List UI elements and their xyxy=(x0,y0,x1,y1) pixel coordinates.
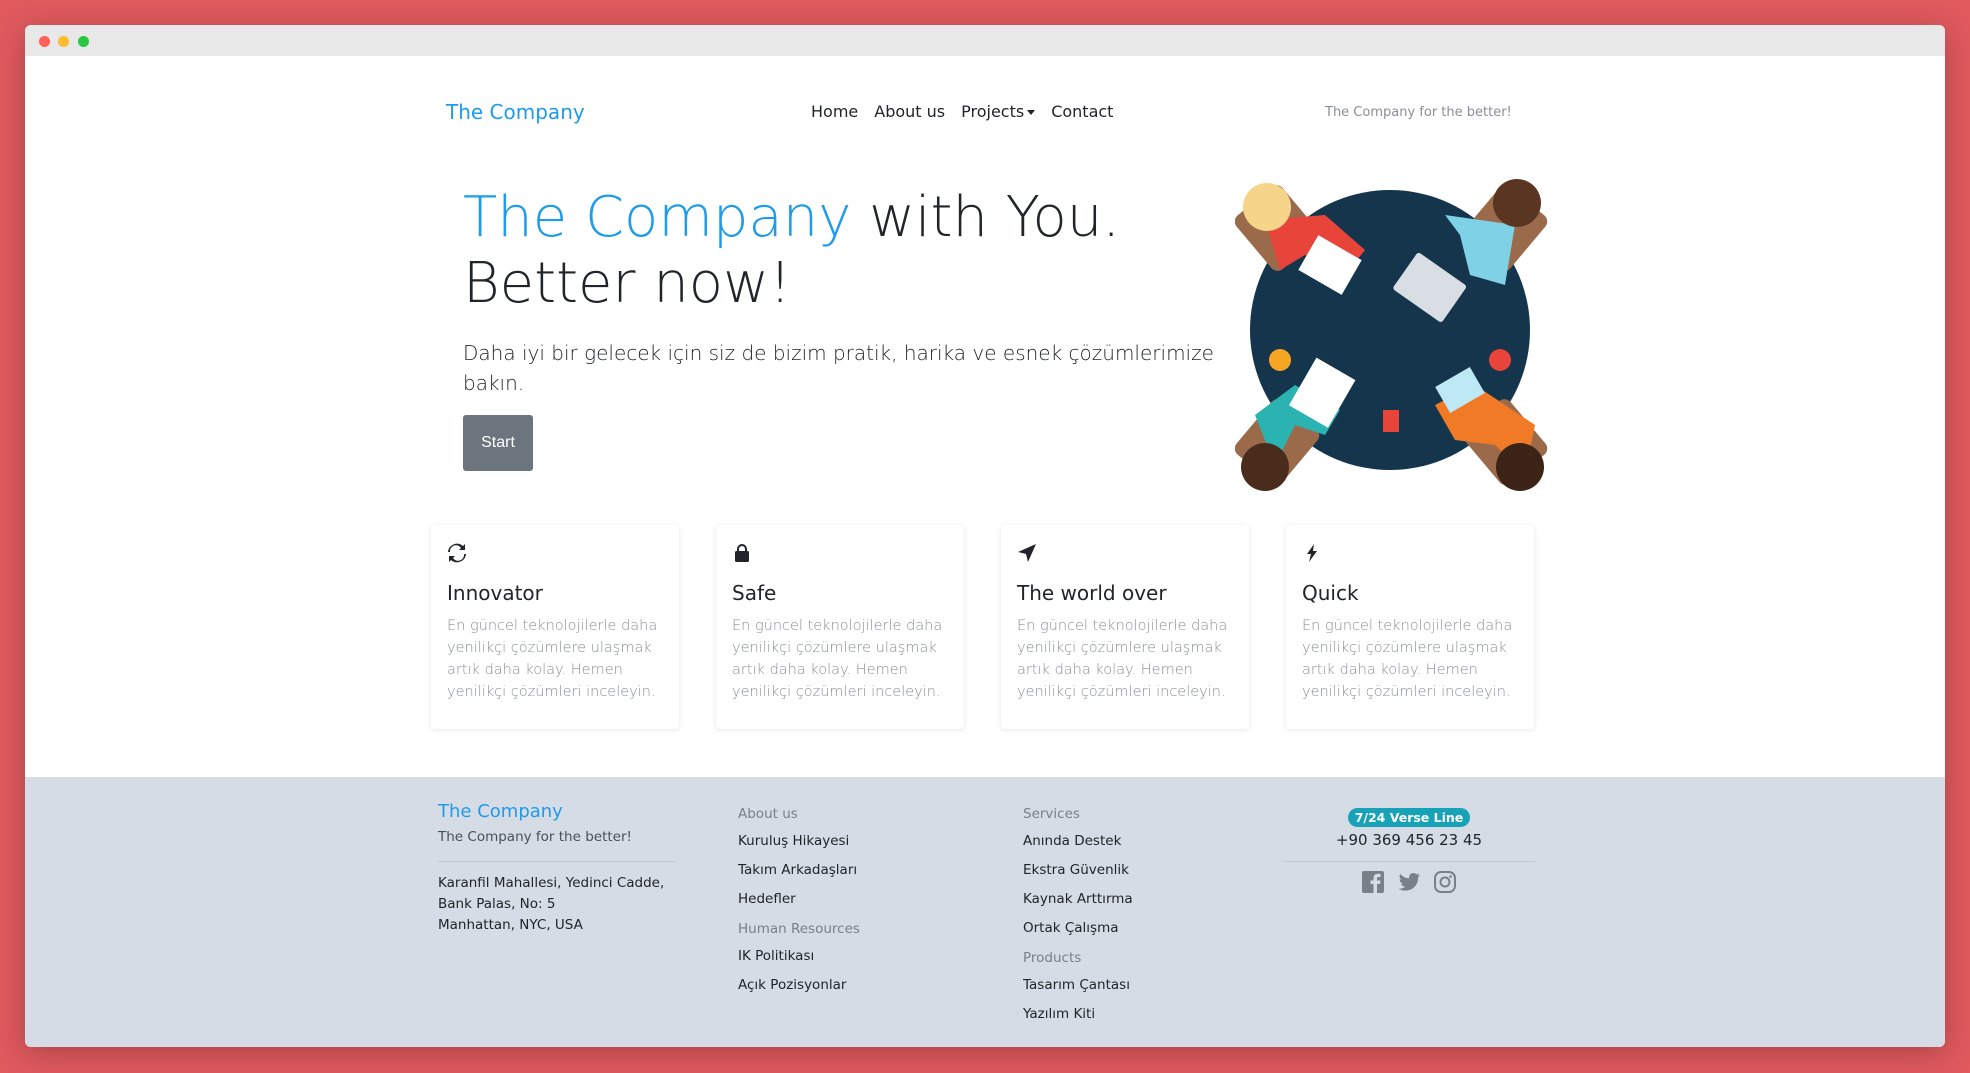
footer-contact-divider xyxy=(1283,861,1535,862)
start-button[interactable]: Start xyxy=(463,415,533,471)
address-line: Manhattan, NYC, USA xyxy=(438,917,583,933)
navbar: The Company Home About us Projects Conta… xyxy=(25,90,1945,134)
nav-link-projects-dropdown[interactable]: Projects xyxy=(961,102,1036,121)
hero-title: The Company with You. Better now! xyxy=(463,185,1223,317)
close-window-button[interactable] xyxy=(39,36,50,47)
footer-link[interactable]: Açık Pozisyonlar xyxy=(738,971,860,1000)
bolt-icon xyxy=(1307,544,1317,562)
support-line-badge: 7/24 Verse Line xyxy=(1347,808,1471,827)
feature-text: En güncel teknolojilerle daha yenilikçi … xyxy=(732,618,943,700)
footer: The Company The Company for the better! … xyxy=(25,777,1945,1047)
footer-link[interactable]: Yazılım Kiti xyxy=(1023,1000,1133,1029)
footer-link[interactable]: Anında Destek xyxy=(1023,827,1133,856)
footer-about-column: About us Kuruluş Hikayesi Takım Arkadaşl… xyxy=(738,801,860,1000)
nav-links: Home About us Projects Contact xyxy=(811,102,1113,121)
nav-link-about[interactable]: About us xyxy=(874,102,945,121)
feature-title: The world over xyxy=(1017,581,1167,605)
feature-title: Innovator xyxy=(447,581,543,605)
feature-title: Safe xyxy=(732,581,777,605)
footer-link[interactable]: Kaynak Arttırma xyxy=(1023,885,1133,914)
footer-link[interactable]: Ekstra Güvenlik xyxy=(1023,856,1133,885)
nav-link-projects-label: Projects xyxy=(961,102,1025,121)
hero-title-accent: The Company xyxy=(463,185,852,250)
sync-icon xyxy=(448,543,466,563)
footer-services-column: Services Anında Destek Ekstra Güvenlik K… xyxy=(1023,801,1133,1029)
title-bar xyxy=(25,25,1945,56)
footer-tagline: The Company for the better! xyxy=(438,829,632,845)
phone-number[interactable]: +90 369 456 23 45 xyxy=(1283,831,1535,849)
nav-tagline: The Company for the better! xyxy=(1325,105,1512,120)
address-line: Karanfil Mahallesi, Yedinci Cadde, xyxy=(438,875,665,891)
footer-brand-link[interactable]: The Company xyxy=(438,801,563,822)
feature-card-quick: Quick En güncel teknolojilerle daha yeni… xyxy=(1286,525,1534,729)
nav-link-home[interactable]: Home xyxy=(811,102,858,121)
nav-brand-link[interactable]: The Company xyxy=(446,100,585,124)
footer-link[interactable]: Hedefler xyxy=(738,885,860,914)
hero-subtitle: Daha iyi bir gelecek için siz de bizim p… xyxy=(463,341,1214,395)
footer-services-heading: Services xyxy=(1023,806,1080,822)
lock-icon xyxy=(735,544,749,562)
footer-address: Karanfil Mahallesi, Yedinci Cadde, Bank … xyxy=(438,873,698,936)
nav-link-contact[interactable]: Contact xyxy=(1051,102,1113,121)
footer-link[interactable]: Kuruluş Hikayesi xyxy=(738,827,860,856)
address-line: Bank Palas, No: 5 xyxy=(438,896,556,912)
footer-divider xyxy=(438,861,676,862)
feature-card-safe: Safe En güncel teknolojilerle daha yenil… xyxy=(716,525,964,729)
facebook-icon[interactable] xyxy=(1361,870,1385,894)
maximize-window-button[interactable] xyxy=(78,36,89,47)
feature-text: En güncel teknolojilerle daha yenilikçi … xyxy=(1017,618,1228,700)
feature-card-world: The world over En güncel teknolojilerle … xyxy=(1001,525,1249,729)
footer-link[interactable]: Tasarım Çantası xyxy=(1023,971,1133,1000)
feature-title: Quick xyxy=(1302,581,1359,605)
social-links xyxy=(1283,870,1535,894)
instagram-icon[interactable] xyxy=(1433,870,1457,894)
hero-title-line2: Better now! xyxy=(463,251,792,316)
feature-card-innovator: Innovator En güncel teknolojilerle daha … xyxy=(431,525,679,729)
minimize-window-button[interactable] xyxy=(58,36,69,47)
feature-text: En güncel teknolojilerle daha yenilikçi … xyxy=(1302,618,1513,700)
caret-down-icon xyxy=(1027,110,1036,115)
footer-link[interactable]: IK Politikası xyxy=(738,942,860,971)
footer-link[interactable]: Takım Arkadaşları xyxy=(738,856,860,885)
twitter-icon[interactable] xyxy=(1397,870,1421,894)
footer-link[interactable]: Ortak Çalışma xyxy=(1023,914,1133,943)
team-meeting-illustration xyxy=(1235,179,1548,491)
footer-hr-heading: Human Resources xyxy=(738,921,860,937)
hero-title-rest: with You. xyxy=(851,185,1121,250)
footer-about-heading: About us xyxy=(738,806,798,822)
footer-products-heading: Products xyxy=(1023,950,1082,966)
feature-text: En güncel teknolojilerle daha yenilikçi … xyxy=(447,618,658,700)
location-arrow-icon xyxy=(1018,544,1036,562)
footer-contact: 7/24 Verse Line +90 369 456 23 45 xyxy=(1283,807,1535,894)
browser-window: The Company Home About us Projects Conta… xyxy=(25,25,1945,1047)
